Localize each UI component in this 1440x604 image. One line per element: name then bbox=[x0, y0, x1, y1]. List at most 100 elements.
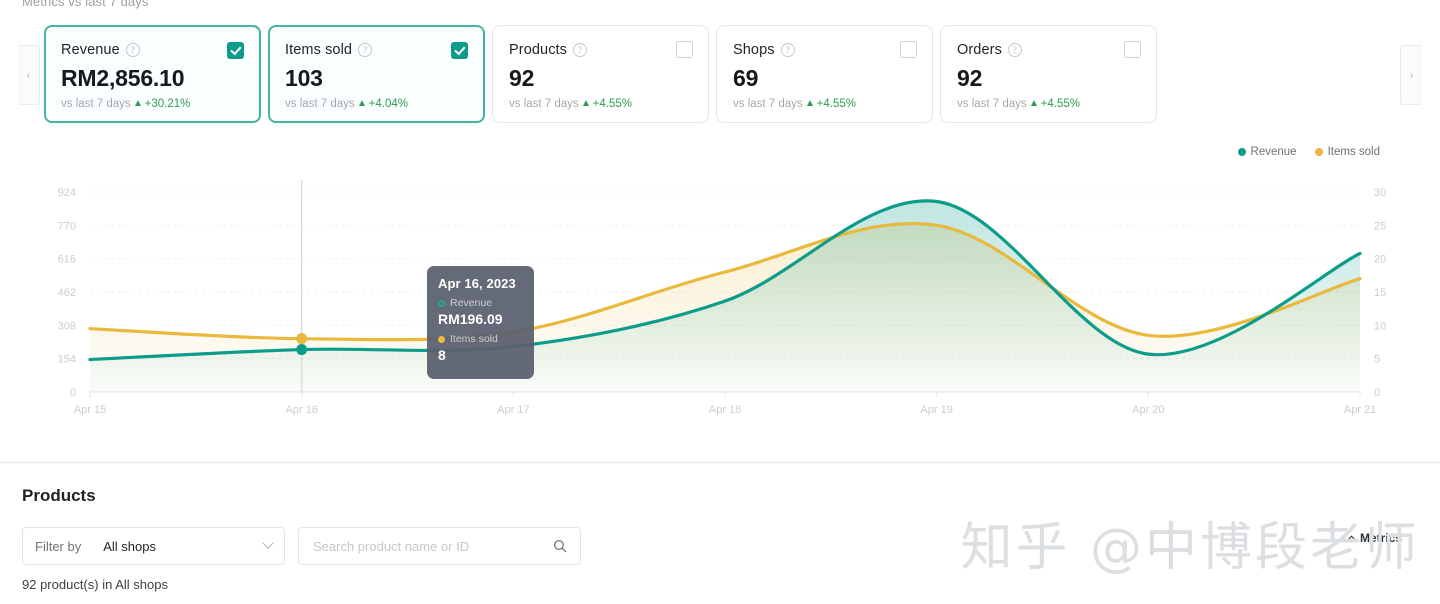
page-title: Products bbox=[22, 486, 96, 505]
legend-label: Revenue bbox=[1250, 146, 1297, 158]
info-icon[interactable]: ? bbox=[358, 43, 373, 57]
metric-card-revenue[interactable]: Revenue ? RM2,856.10 vs last 7 days +30.… bbox=[44, 25, 261, 123]
shop-filter-dropdown[interactable]: Filter by All shops bbox=[22, 527, 285, 565]
trend-up-icon bbox=[358, 100, 365, 106]
filter-selected-value: All shops bbox=[103, 538, 156, 554]
info-icon[interactable]: ? bbox=[573, 43, 588, 57]
metrics-scroll-right-button[interactable]: › bbox=[1400, 45, 1422, 105]
tooltip-items-value: 8 bbox=[438, 347, 446, 363]
metric-delta: +4.55% bbox=[816, 98, 856, 110]
metric-checkbox[interactable] bbox=[227, 42, 244, 59]
metric-checkbox[interactable] bbox=[451, 42, 468, 59]
metric-card-header: Revenue ? bbox=[61, 42, 244, 58]
svg-text:Apr 20: Apr 20 bbox=[1132, 404, 1164, 416]
tooltip-revenue-value: RM196.09 bbox=[438, 311, 503, 327]
svg-text:Apr 16: Apr 16 bbox=[285, 404, 317, 416]
metric-compare-label: vs last 7 days bbox=[61, 98, 131, 110]
chart-tooltip: Apr 16, 2023 Revenue RM196.09 Items sold… bbox=[427, 266, 534, 379]
metric-compare-label: vs last 7 days bbox=[509, 98, 579, 110]
svg-text:25: 25 bbox=[1374, 220, 1386, 232]
metric-compare-label: vs last 7 days bbox=[733, 98, 803, 110]
info-icon[interactable]: ? bbox=[1007, 43, 1022, 57]
legend-dot-icon bbox=[1314, 148, 1323, 156]
metric-card-title: Shops bbox=[733, 42, 775, 58]
info-icon[interactable]: ? bbox=[780, 43, 795, 57]
metric-delta: +30.21% bbox=[144, 98, 191, 110]
metric-cards-row: Revenue ? RM2,856.10 vs last 7 days +30.… bbox=[44, 25, 1164, 123]
tooltip-date: Apr 16, 2023 bbox=[438, 276, 516, 291]
svg-text:15: 15 bbox=[1374, 287, 1386, 299]
product-search-box[interactable] bbox=[298, 527, 581, 565]
legend-dot-icon bbox=[1237, 148, 1246, 156]
tooltip-revenue-label: Revenue bbox=[450, 297, 493, 309]
legend-item-revenue[interactable]: Revenue bbox=[1237, 146, 1297, 158]
svg-text:924: 924 bbox=[58, 187, 76, 199]
metric-card-header: Products ? bbox=[509, 42, 692, 58]
metrics-panel: Metrics vs last 7 days ‹ › Revenue ? RM2… bbox=[0, 0, 1440, 463]
metric-comparison: vs last 7 days +30.21% bbox=[61, 98, 244, 110]
metric-value: RM2,856.10 bbox=[61, 65, 185, 91]
metrics-chart[interactable]: 0 154 308 462 616 770 924 0 5 10 15 20 25 30 Apr 15 Apr… bbox=[0, 170, 1440, 420]
svg-text:154: 154 bbox=[58, 354, 76, 366]
analytics-dashboard: Metrics vs last 7 days ‹ › Revenue ? RM2… bbox=[0, 0, 1440, 604]
chevron-left-icon: ‹ bbox=[26, 68, 31, 82]
chevron-down-icon bbox=[262, 537, 274, 549]
search-input[interactable] bbox=[311, 537, 552, 555]
metric-comparison: vs last 7 days +4.55% bbox=[509, 98, 692, 110]
tooltip-items-label: Items sold bbox=[450, 333, 498, 345]
metric-value: 92 bbox=[509, 65, 535, 91]
svg-text:20: 20 bbox=[1374, 254, 1386, 266]
tooltip-items-row: Items sold bbox=[438, 333, 523, 345]
metric-value: 92 bbox=[957, 65, 983, 91]
metric-card-title: Items sold bbox=[285, 42, 353, 58]
metric-comparison: vs last 7 days +4.55% bbox=[957, 98, 1140, 110]
svg-text:308: 308 bbox=[58, 320, 76, 332]
svg-text:5: 5 bbox=[1374, 354, 1380, 366]
svg-text:10: 10 bbox=[1374, 320, 1386, 332]
trend-up-icon bbox=[134, 100, 141, 106]
metric-delta: +4.55% bbox=[1040, 98, 1080, 110]
svg-text:Apr 17: Apr 17 bbox=[497, 404, 529, 416]
metric-card-title: Orders bbox=[957, 42, 1002, 58]
metric-card-items-sold[interactable]: Items sold ? 103 vs last 7 days +4.04% bbox=[268, 25, 485, 123]
panel-caption: Metrics vs last 7 days bbox=[22, 0, 149, 9]
revenue-dot-icon bbox=[438, 299, 445, 307]
svg-text:770: 770 bbox=[58, 220, 76, 232]
trend-up-icon bbox=[1030, 100, 1037, 106]
svg-text:Apr 18: Apr 18 bbox=[709, 404, 741, 416]
chart-legend: Revenue Items sold bbox=[1237, 146, 1380, 158]
product-count-text: 92 product(s) in All shops bbox=[22, 577, 168, 592]
metric-comparison: vs last 7 days +4.55% bbox=[733, 98, 916, 110]
metric-card-title: Products bbox=[509, 42, 568, 58]
filter-label: Filter by bbox=[35, 538, 82, 554]
metric-card-orders[interactable]: Orders ? 92 vs last 7 days +4.55% bbox=[940, 25, 1157, 123]
metric-compare-label: vs last 7 days bbox=[285, 98, 355, 110]
metric-compare-label: vs last 7 days bbox=[957, 98, 1027, 110]
svg-text:Apr 15: Apr 15 bbox=[74, 404, 106, 416]
trend-up-icon bbox=[582, 100, 589, 106]
metric-checkbox[interactable] bbox=[1124, 41, 1141, 58]
svg-text:616: 616 bbox=[58, 254, 76, 266]
metric-card-header: Orders ? bbox=[957, 42, 1140, 58]
info-icon[interactable]: ? bbox=[125, 43, 140, 57]
metric-card-title: Revenue bbox=[61, 42, 120, 58]
tooltip-revenue-row: Revenue bbox=[438, 297, 523, 309]
metric-comparison: vs last 7 days +4.04% bbox=[285, 98, 468, 110]
svg-text:0: 0 bbox=[70, 387, 76, 399]
metric-value: 69 bbox=[733, 65, 759, 91]
legend-label: Items sold bbox=[1327, 146, 1380, 158]
svg-text:462: 462 bbox=[58, 287, 76, 299]
metric-card-header: Shops ? bbox=[733, 42, 916, 58]
legend-item-items-sold[interactable]: Items sold bbox=[1314, 146, 1380, 158]
metric-card-products[interactable]: Products ? 92 vs last 7 days +4.55% bbox=[492, 25, 709, 123]
search-icon[interactable] bbox=[552, 538, 568, 554]
metric-card-header: Items sold ? bbox=[285, 42, 468, 58]
trend-up-icon bbox=[806, 100, 813, 106]
metrics-scroll-left-button[interactable]: ‹ bbox=[18, 45, 40, 105]
chevron-right-icon: › bbox=[1409, 68, 1414, 82]
metric-checkbox[interactable] bbox=[676, 41, 693, 58]
metric-checkbox[interactable] bbox=[900, 41, 917, 58]
metric-delta: +4.55% bbox=[592, 98, 632, 110]
svg-text:Apr 21: Apr 21 bbox=[1344, 404, 1376, 416]
metric-card-shops[interactable]: Shops ? 69 vs last 7 days +4.55% bbox=[716, 25, 933, 123]
